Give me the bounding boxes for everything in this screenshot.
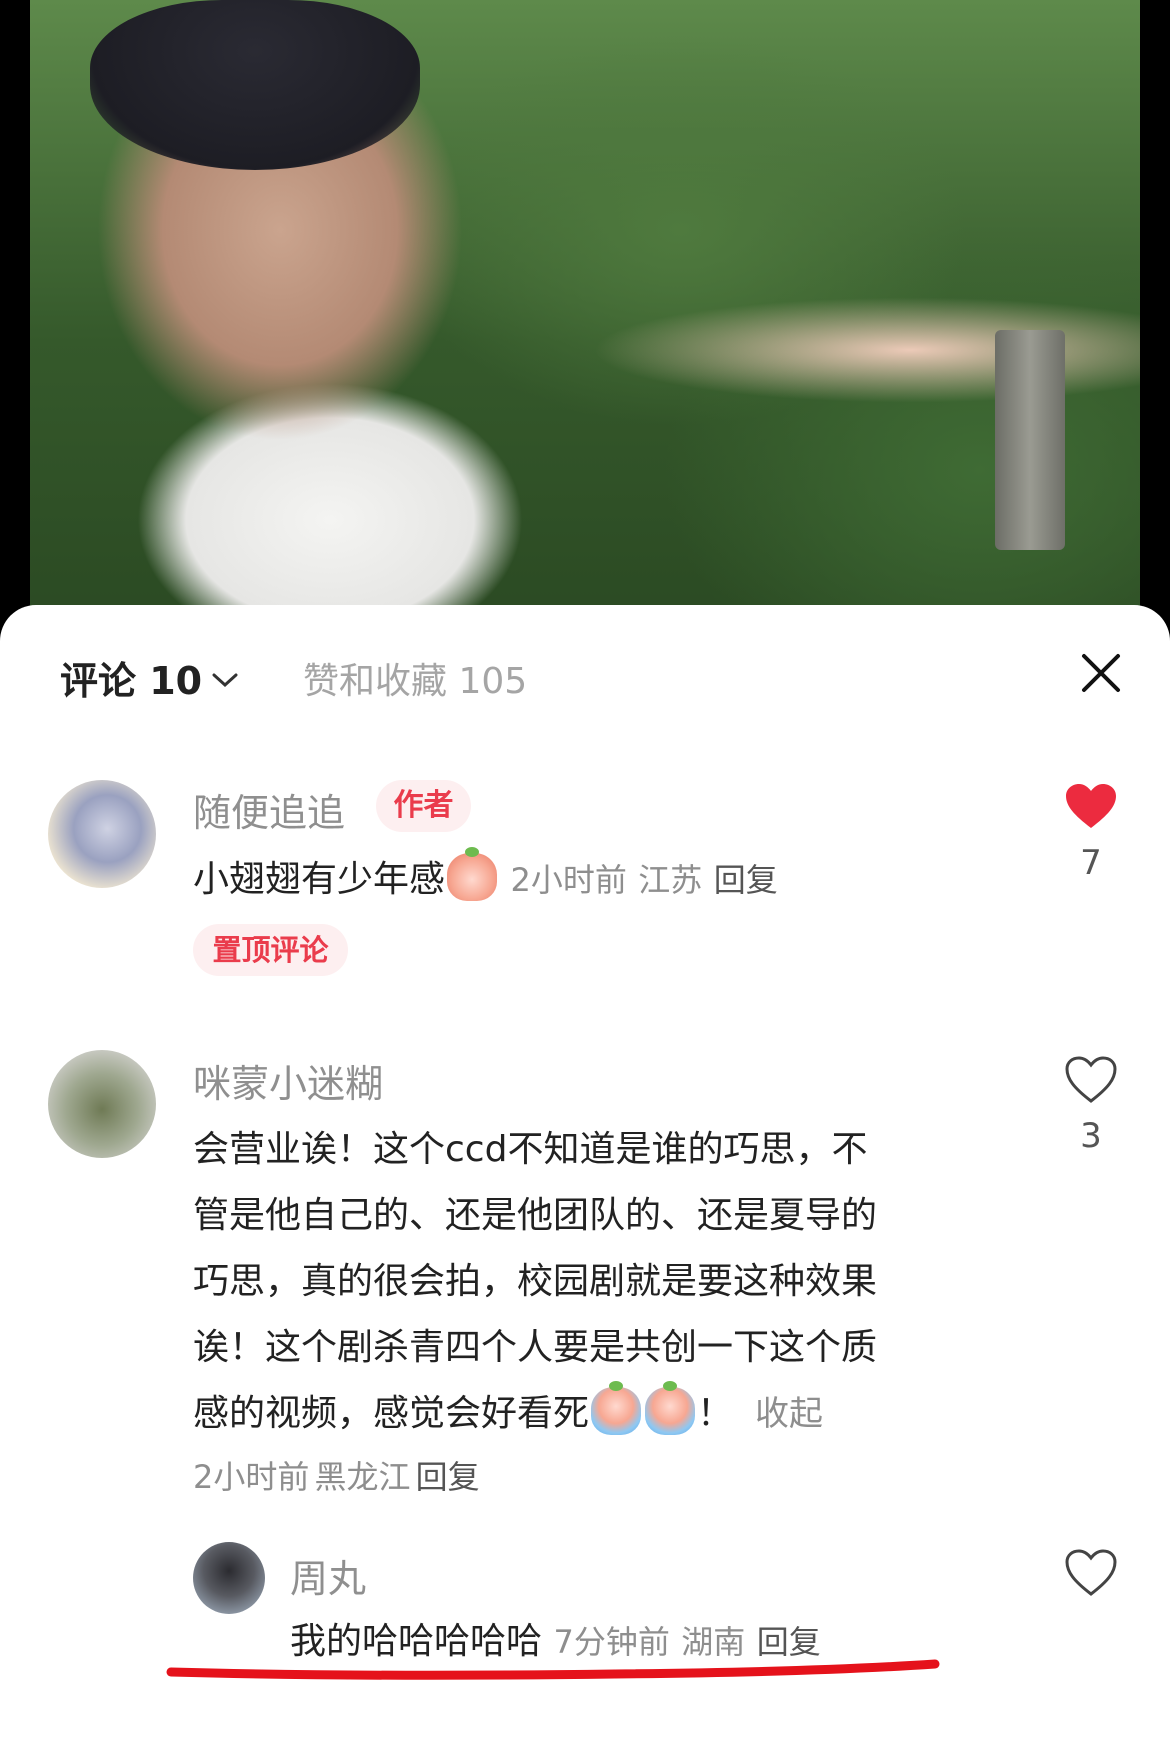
crying-emoji-icon (591, 1381, 642, 1435)
video-subject (90, 0, 420, 170)
chevron-down-icon[interactable] (212, 665, 238, 695)
crying-emoji-icon (645, 1381, 696, 1435)
avatar[interactable] (193, 1542, 265, 1614)
close-icon[interactable] (1080, 652, 1122, 694)
comment-line: 巧思，真的很会拍，校园剧就是要这种效果 (193, 1261, 878, 1302)
comment-line: 会营业诶！这个ccd不知道是谁的巧思，不 (193, 1129, 868, 1170)
tab-comments[interactable]: 评论 10 (60, 650, 202, 705)
heart-outline-icon (1065, 1056, 1117, 1103)
video-frame[interactable] (30, 0, 1140, 620)
avatar[interactable] (48, 1050, 156, 1158)
comment-punct: ！ (697, 1393, 734, 1434)
comment-time: 2小时前 (510, 861, 627, 899)
red-underline-annotation (166, 1659, 940, 1680)
comment-line: 诶！这个剧杀青四个人要是共创一下这个质 (193, 1327, 878, 1368)
emoji-icon (447, 847, 498, 901)
reply-username[interactable]: 周丸 (290, 1548, 366, 1603)
like-count: 7 (1080, 843, 1102, 883)
like-button[interactable]: 3 (1063, 1056, 1119, 1156)
comment-line: 管是他自己的、还是他团队的、还是夏导的 (193, 1195, 878, 1236)
avatar[interactable] (48, 780, 156, 888)
video-tree (995, 330, 1065, 550)
comment-text: 会营业诶！这个ccd不知道是谁的巧思，不 管是他自己的、还是他团队的、还是夏导的… (193, 1117, 877, 1447)
comment-location: 黑龙江 (314, 1458, 411, 1496)
comment-line: 感的视频，感觉会好看死 (193, 1393, 590, 1434)
comment-meta: 2小时前 黑龙江 回复 (193, 1452, 480, 1498)
comment-location: 江苏 (638, 861, 703, 899)
comment-tabs: 评论 10 (60, 650, 238, 705)
like-count: 3 (1080, 1116, 1102, 1156)
comment-username[interactable]: 咪蒙小迷糊 (193, 1053, 383, 1108)
reply-button[interactable]: 回复 (416, 1458, 480, 1496)
collapse-button[interactable]: 收起 (755, 1394, 823, 1434)
comment-username[interactable]: 随便追追 (193, 782, 345, 837)
comment-body: 小翅翅有少年感 (193, 859, 446, 900)
comment-time: 2小时前 (193, 1458, 310, 1496)
like-button[interactable]: 7 (1063, 783, 1119, 883)
comment-line-last: 感的视频，感觉会好看死 ！ 收起 (193, 1381, 877, 1447)
heart-filled-icon (1066, 784, 1116, 828)
tab-likes-favorites[interactable]: 赞和收藏 105 (303, 652, 527, 704)
author-badge: 作者 (376, 780, 471, 832)
pinned-comment-badge: 置顶评论 (193, 924, 348, 976)
comment-text: 小翅翅有少年感 2小时前 江苏 回复 (193, 847, 778, 902)
heart-outline-icon (1065, 1549, 1117, 1596)
reply-button[interactable]: 回复 (714, 861, 778, 899)
like-button[interactable] (1063, 1549, 1119, 1597)
